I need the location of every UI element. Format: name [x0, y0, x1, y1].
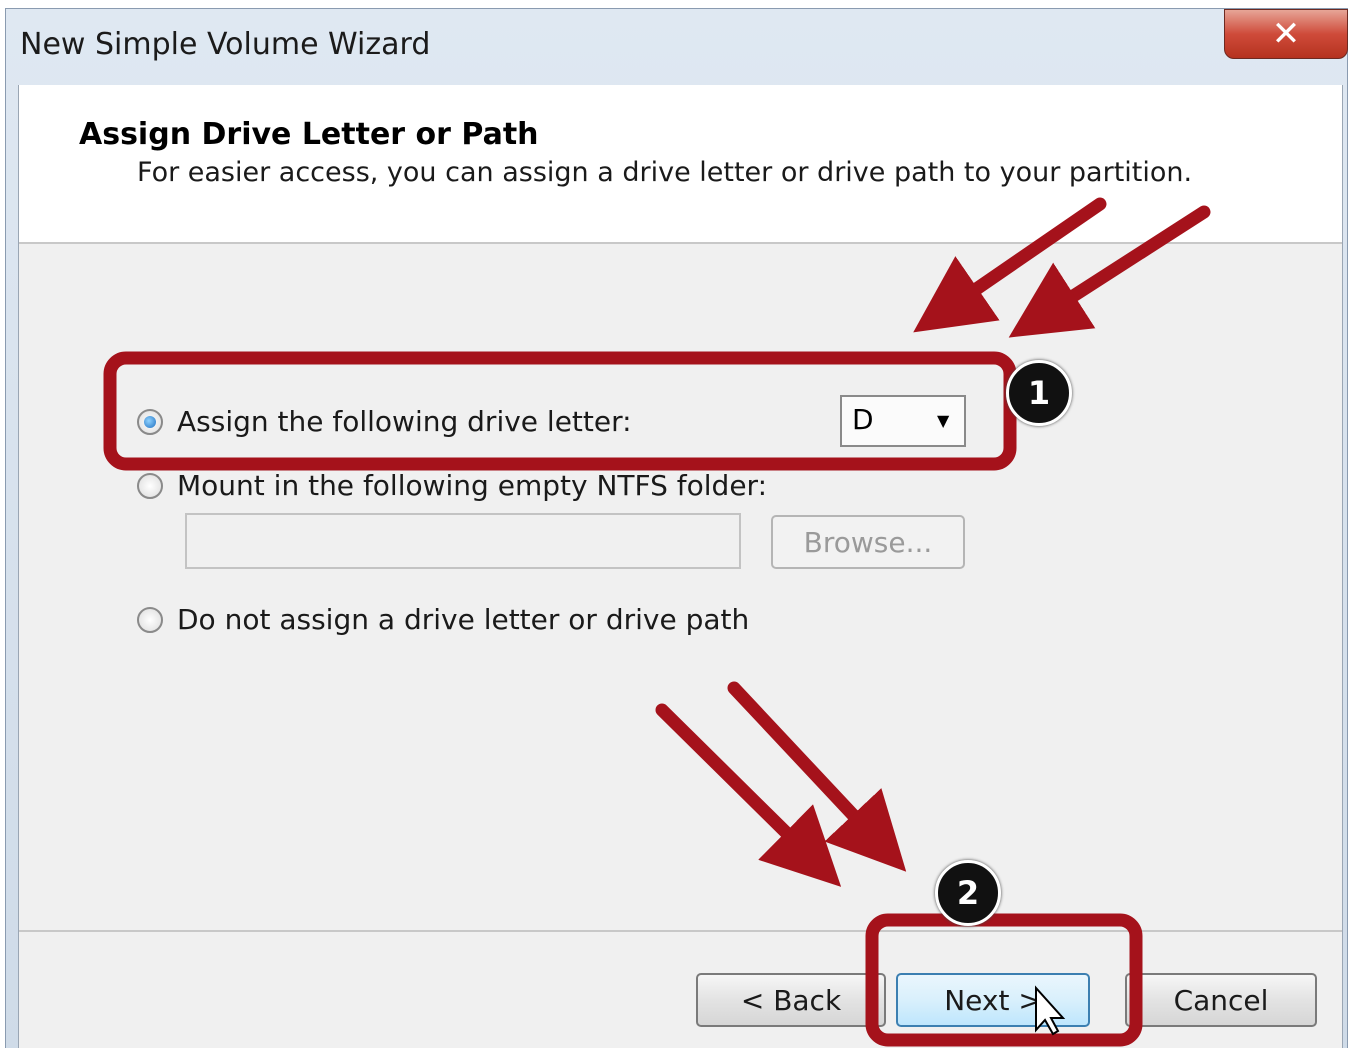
- drive-letter-dropdown[interactable]: D ▼: [840, 395, 966, 447]
- mount-folder-radio[interactable]: [137, 472, 163, 499]
- no-assign-radio[interactable]: [137, 606, 163, 633]
- footer-divider: [19, 930, 1342, 932]
- close-button[interactable]: ✕: [1224, 9, 1348, 59]
- dropdown-arrow-icon[interactable]: ▼: [937, 411, 949, 430]
- browse-button[interactable]: Browse...: [771, 515, 965, 569]
- page-title: Assign Drive Letter or Path: [79, 117, 539, 152]
- step-2-badge: 2: [935, 860, 1001, 926]
- cancel-button[interactable]: Cancel: [1125, 973, 1317, 1027]
- wizard-page: Assign Drive Letter or Path For easier a…: [18, 85, 1343, 1048]
- drive-letter-value: D: [852, 403, 874, 436]
- no-assign-label: Do not assign a drive letter or drive pa…: [177, 603, 750, 636]
- mount-folder-option[interactable]: Mount in the following empty NTFS folder…: [137, 469, 767, 502]
- assign-letter-option[interactable]: Assign the following drive letter:: [137, 405, 632, 438]
- step-1-badge: 1: [1006, 360, 1072, 426]
- wizard-window: New Simple Volume Wizard ✕ Assign Drive …: [5, 8, 1348, 1048]
- window-title: New Simple Volume Wizard: [20, 27, 431, 62]
- mount-folder-label: Mount in the following empty NTFS folder…: [177, 469, 767, 502]
- next-button[interactable]: Next >: [896, 973, 1090, 1027]
- page-subtitle: For easier access, you can assign a driv…: [137, 157, 1193, 188]
- wizard-header: Assign Drive Letter or Path For easier a…: [19, 85, 1342, 244]
- no-assign-option[interactable]: Do not assign a drive letter or drive pa…: [137, 603, 749, 636]
- assign-letter-label: Assign the following drive letter:: [177, 405, 632, 438]
- folder-path-input[interactable]: [185, 513, 741, 569]
- back-button[interactable]: < Back: [696, 973, 886, 1027]
- assign-letter-radio[interactable]: [137, 408, 163, 435]
- close-icon: ✕: [1271, 14, 1301, 54]
